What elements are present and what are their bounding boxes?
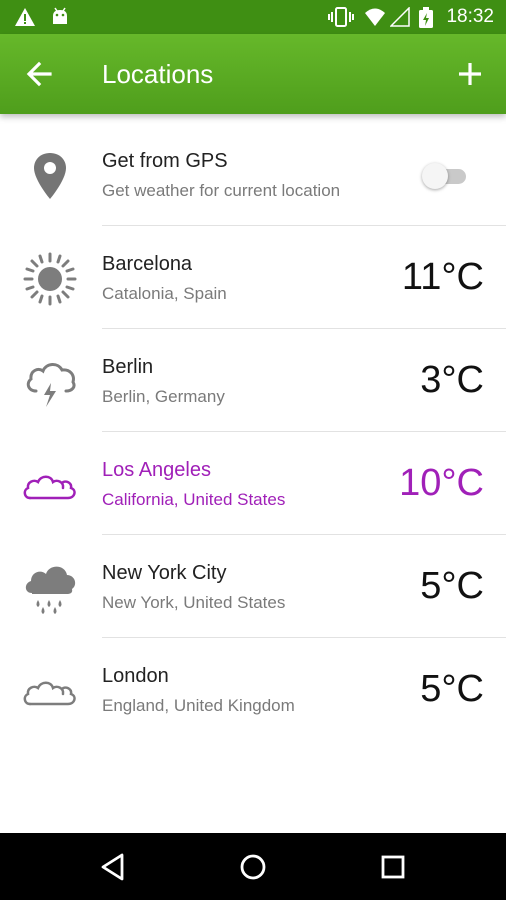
cloudy-icon [23,681,76,706]
navigation-bar [0,833,506,900]
location-temp: 3°C [420,359,484,401]
location-row-new-york-city[interactable]: New York City New York, United States 5°… [0,535,506,638]
location-region: New York, United States [102,593,286,612]
home-circle-icon[interactable] [237,851,269,883]
toggle-thumb [422,163,448,189]
recents-square-icon[interactable] [377,851,409,883]
battery-charging-icon [419,7,433,28]
gps-toggle[interactable] [422,163,470,189]
location-temp: 10°C [399,462,484,504]
location-region: Catalonia, Spain [102,284,227,303]
location-region: Berlin, Germany [102,387,225,406]
android-icon [53,7,67,24]
location-temp: 11°C [401,256,484,298]
status-bar: 18:32 [0,0,506,34]
location-region: California, United States [102,490,286,509]
page-title: Locations [102,59,214,89]
back-triangle-icon[interactable] [98,851,130,883]
cloudy-icon [23,475,76,500]
vibrate-icon [328,7,354,27]
location-name: Barcelona [102,253,193,275]
location-temp: 5°C [420,565,484,607]
location-row-london[interactable]: London England, United Kingdom 5°C [0,638,506,741]
location-name: Los Angeles [102,459,211,481]
location-temp: 5°C [420,668,484,710]
wifi-icon [365,8,385,26]
location-row-los-angeles[interactable]: Los Angeles California, United States 10… [0,432,506,535]
locations-list: Get from GPS Get weather for current loc… [0,123,506,741]
arrow-left-icon[interactable] [22,56,58,92]
warning-icon [15,8,35,26]
thunderstorm-icon [26,363,76,407]
gps-title: Get from GPS [102,150,228,172]
sunny-icon [23,252,77,306]
location-pin-icon [34,153,66,199]
rain-icon [25,566,76,614]
location-row-barcelona[interactable]: Barcelona Catalonia, Spain 11°C [0,226,506,329]
location-region: England, United Kingdom [102,696,295,715]
location-name: London [102,665,169,687]
gps-subtitle: Get weather for current location [102,181,341,200]
plus-icon[interactable] [452,56,488,92]
status-time: 18:32 [446,6,494,27]
signal-icon [390,7,410,27]
app-bar: Locations [0,34,506,114]
location-name: Berlin [102,356,154,378]
location-row-berlin[interactable]: Berlin Berlin, Germany 3°C [0,329,506,432]
location-name: New York City [102,562,227,584]
gps-row[interactable]: Get from GPS Get weather for current loc… [0,123,506,226]
